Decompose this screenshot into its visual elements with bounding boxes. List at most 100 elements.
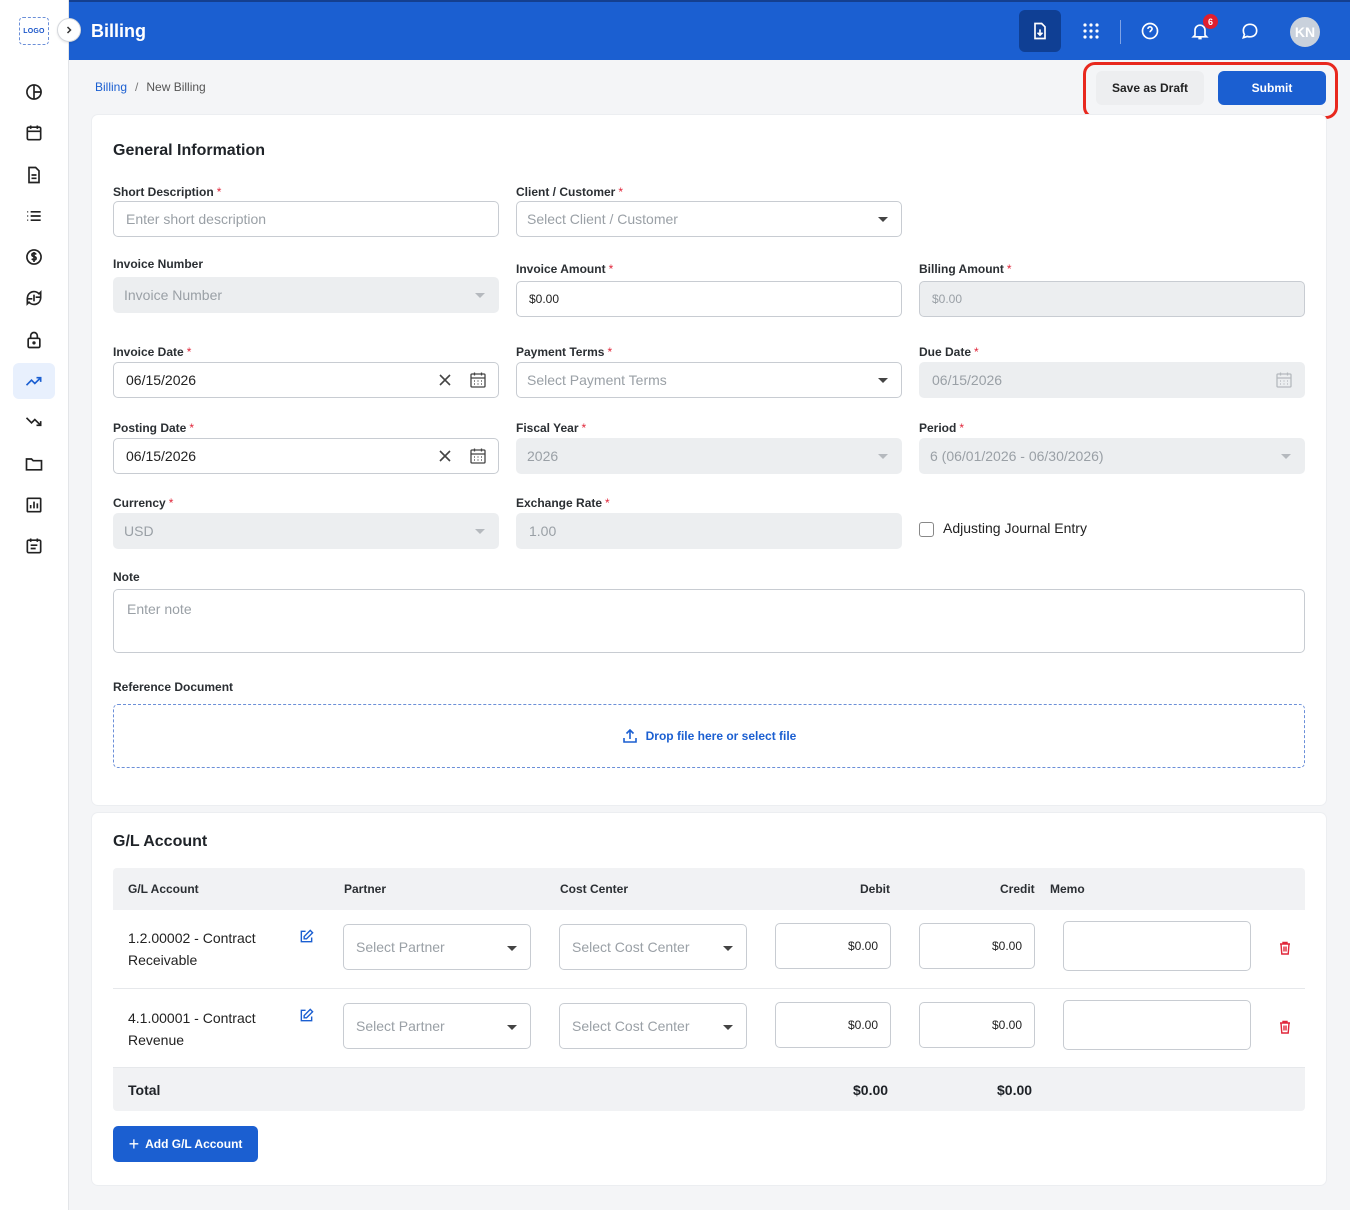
table-row: 4.1.00001 - Contract Revenue Select Part… bbox=[113, 989, 1305, 1068]
sidebar-item-billing[interactable] bbox=[13, 239, 55, 275]
currency-select: USD bbox=[113, 513, 499, 549]
exchange-rate-label-text: Exchange Rate bbox=[516, 496, 603, 510]
required-mark: * bbox=[608, 262, 614, 276]
save-as-draft-button[interactable]: Save as Draft bbox=[1096, 71, 1204, 105]
adjusting-journal-entry-checkbox[interactable] bbox=[919, 522, 934, 537]
partner-select[interactable]: Select Partner bbox=[343, 1003, 531, 1049]
client-select-value: Select Client / Customer bbox=[527, 211, 678, 227]
breadcrumb: Billing / New Billing bbox=[95, 80, 206, 94]
required-mark: * bbox=[216, 185, 222, 199]
edit-icon[interactable] bbox=[299, 929, 314, 944]
user-avatar[interactable]: KN bbox=[1290, 17, 1320, 47]
fiscal-year-value: 2026 bbox=[527, 448, 559, 464]
sidebar-item-dashboard[interactable] bbox=[13, 74, 55, 110]
trending-down-icon bbox=[25, 417, 42, 427]
sidebar-item-revenue[interactable] bbox=[13, 363, 55, 400]
dollar-icon bbox=[26, 249, 42, 266]
sidebar-item-folders[interactable] bbox=[13, 446, 55, 482]
sidebar-item-documents[interactable] bbox=[13, 157, 55, 193]
invoice-date-input[interactable]: 06/15/2026 bbox=[113, 362, 499, 398]
memo-input[interactable] bbox=[1063, 1000, 1251, 1050]
column-memo: Memo bbox=[1050, 882, 1085, 896]
dropzone-text: Drop file here or select file bbox=[645, 729, 797, 743]
list-icon bbox=[27, 210, 41, 221]
billing-amount-label: Billing Amount * bbox=[919, 262, 1012, 276]
reference-document-label: Reference Document bbox=[113, 680, 234, 694]
breadcrumb-billing-link[interactable]: Billing bbox=[95, 80, 127, 94]
exchange-rate-label: Exchange Rate * bbox=[516, 496, 610, 510]
caret-down-icon bbox=[878, 378, 888, 383]
currency-exchange-icon bbox=[26, 290, 42, 307]
lock-icon bbox=[27, 331, 41, 349]
apps-button[interactable] bbox=[1070, 10, 1112, 52]
client-select[interactable]: Select Client / Customer bbox=[516, 201, 902, 237]
column-cost-center: Cost Center bbox=[560, 882, 629, 896]
clear-icon[interactable] bbox=[438, 373, 452, 387]
plus-icon: + bbox=[128, 1134, 140, 1154]
caret-down-icon bbox=[507, 1025, 517, 1030]
total-debit: $0.00 bbox=[853, 1082, 889, 1098]
payment-terms-value: Select Payment Terms bbox=[527, 372, 667, 388]
clear-icon[interactable] bbox=[438, 449, 452, 463]
add-gl-account-button[interactable]: + Add G/L Account bbox=[113, 1126, 258, 1162]
sidebar-item-reports[interactable] bbox=[13, 487, 55, 523]
currency-label-text: Currency bbox=[113, 496, 166, 510]
short-description-label: Short Description * bbox=[113, 185, 221, 199]
caret-down-icon bbox=[878, 454, 888, 459]
posting-date-input[interactable]: 06/15/2026 bbox=[113, 438, 499, 474]
calendar-icon bbox=[1276, 372, 1292, 388]
gl-account-name: 1.2.00002 - Contract Receivable bbox=[128, 930, 256, 968]
debit-input[interactable]: $0.00 bbox=[775, 1002, 891, 1048]
file-dropzone[interactable]: Drop file here or select file bbox=[113, 704, 1305, 768]
cost-center-select[interactable]: Select Cost Center bbox=[559, 1003, 747, 1049]
trash-icon[interactable] bbox=[1279, 941, 1291, 955]
chat-button[interactable] bbox=[1229, 10, 1271, 52]
gl-total-row: Total $0.00 $0.00 bbox=[113, 1068, 1305, 1111]
due-date-value: 06/15/2026 bbox=[932, 372, 1003, 388]
required-mark: * bbox=[959, 421, 965, 435]
trash-icon[interactable] bbox=[1279, 1020, 1291, 1034]
add-gl-account-label: Add G/L Account bbox=[145, 1137, 243, 1151]
calendar-icon[interactable] bbox=[469, 371, 487, 389]
sidebar-item-schedule[interactable] bbox=[13, 528, 55, 564]
payment-terms-label: Payment Terms * bbox=[516, 345, 612, 359]
edit-icon[interactable] bbox=[299, 1008, 314, 1023]
submit-button[interactable]: Submit bbox=[1218, 71, 1326, 105]
due-date-input: 06/15/2026 bbox=[919, 362, 1305, 398]
caret-down-icon bbox=[1281, 454, 1291, 459]
client-label-text: Client / Customer bbox=[516, 185, 616, 199]
sidebar-collapse-button[interactable] bbox=[57, 18, 81, 42]
payment-terms-select[interactable]: Select Payment Terms bbox=[516, 362, 902, 398]
exchange-rate-input: 1.00 bbox=[516, 513, 902, 549]
note-textarea[interactable]: Enter note bbox=[113, 589, 1305, 653]
sidebar-item-exchange[interactable] bbox=[13, 280, 55, 316]
posting-date-label-text: Posting Date bbox=[113, 421, 187, 435]
invoice-date-label-text: Invoice Date bbox=[113, 345, 184, 359]
page-title: Billing bbox=[91, 21, 146, 41]
sidebar-item-calendar[interactable] bbox=[13, 115, 55, 151]
calendar-icon bbox=[26, 125, 42, 141]
sidebar-item-list[interactable] bbox=[13, 198, 55, 234]
invoice-amount-input[interactable]: $0.00 bbox=[516, 281, 902, 317]
sidebar-item-security[interactable] bbox=[13, 322, 55, 358]
sidebar-item-expenses[interactable] bbox=[13, 404, 55, 440]
short-description-input[interactable]: Enter short description bbox=[113, 201, 499, 237]
gl-table-header: G/L Account Partner Cost Center Debit Cr… bbox=[113, 868, 1305, 910]
fiscal-year-select: 2026 bbox=[516, 438, 902, 474]
partner-select[interactable]: Select Partner bbox=[343, 924, 531, 970]
notifications-button[interactable]: 6 bbox=[1179, 10, 1221, 52]
cost-center-select[interactable]: Select Cost Center bbox=[559, 924, 747, 970]
help-button[interactable] bbox=[1129, 10, 1171, 52]
debit-input[interactable]: $0.00 bbox=[775, 923, 891, 969]
calendar-icon[interactable] bbox=[469, 447, 487, 465]
credit-input[interactable]: $0.00 bbox=[919, 1002, 1035, 1048]
credit-input[interactable]: $0.00 bbox=[919, 923, 1035, 969]
topbar-divider bbox=[1120, 20, 1121, 44]
download-button[interactable] bbox=[1019, 10, 1061, 52]
memo-input[interactable] bbox=[1063, 921, 1251, 971]
required-mark: * bbox=[189, 421, 195, 435]
adjusting-journal-entry-label: Adjusting Journal Entry bbox=[943, 520, 1087, 536]
logo: LOGO bbox=[19, 17, 49, 45]
invoice-amount-label-text: Invoice Amount bbox=[516, 262, 606, 276]
invoice-number-label: Invoice Number bbox=[113, 257, 204, 271]
